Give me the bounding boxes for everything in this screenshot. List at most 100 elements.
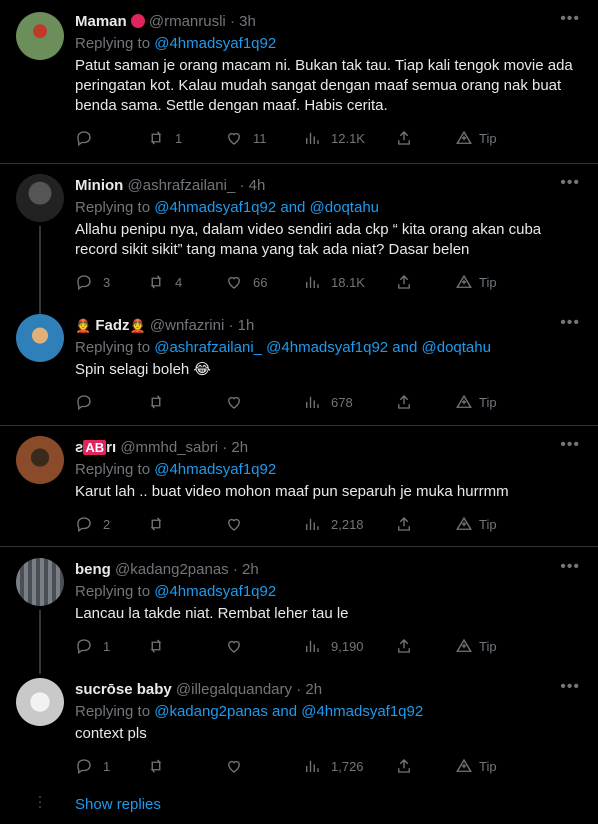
share-icon bbox=[398, 395, 410, 409]
retweet-button[interactable]: 4 bbox=[147, 272, 182, 292]
tip-button[interactable]: Tip bbox=[455, 756, 497, 776]
handle[interactable]: @wnfazrini bbox=[150, 317, 224, 334]
share-button[interactable] bbox=[395, 514, 413, 534]
tip-button[interactable]: Tip bbox=[455, 514, 497, 534]
retweet-button[interactable] bbox=[147, 636, 175, 656]
views-icon bbox=[306, 276, 319, 288]
like-button[interactable] bbox=[225, 514, 253, 534]
reply-icon bbox=[77, 639, 91, 655]
tweet[interactable]: ••• ƨ AB rı @mmhd_sabri · 2h Replying to @… bbox=[0, 426, 598, 546]
tip-icon bbox=[456, 394, 472, 408]
like-button[interactable]: 66 bbox=[225, 272, 267, 292]
show-replies-link[interactable]: Show replies bbox=[75, 796, 161, 813]
handle[interactable]: @kadang2panas bbox=[115, 561, 229, 578]
timestamp[interactable]: 3h bbox=[239, 13, 256, 30]
replying-to: Replying to @kadang2panas and @4hmadsyaf… bbox=[75, 703, 424, 720]
retweet-icon bbox=[150, 275, 162, 289]
tweet-text: context pls bbox=[75, 725, 147, 742]
tweet[interactable]: ••• Minion @ashrafzailani_ · 4h Replying… bbox=[0, 164, 598, 316]
tweet[interactable]: ••• 👲 Fadz👲 @wnfazrini · 1h Replying to … bbox=[0, 304, 598, 424]
retweet-icon bbox=[150, 131, 162, 145]
share-button[interactable] bbox=[395, 272, 413, 292]
like-button[interactable]: 11 bbox=[225, 128, 267, 148]
reply-button[interactable] bbox=[75, 128, 103, 148]
tweet[interactable]: ••• Maman @rmanrusli · 3h Replying to @4… bbox=[0, 0, 598, 163]
avatar[interactable] bbox=[16, 314, 64, 362]
avatar[interactable] bbox=[16, 678, 64, 726]
action-bar: 1 1,726 Tip bbox=[75, 756, 586, 776]
retweet-button[interactable] bbox=[147, 392, 175, 412]
timestamp[interactable]: 4h bbox=[249, 177, 266, 194]
display-name[interactable]: sucrōse baby bbox=[75, 681, 172, 698]
views-button[interactable]: 9,190 bbox=[303, 636, 364, 656]
views-button[interactable]: 18.1K bbox=[303, 272, 365, 292]
divider bbox=[0, 546, 598, 547]
timestamp[interactable]: 2h bbox=[231, 439, 248, 456]
like-button[interactable] bbox=[225, 756, 253, 776]
retweet-button[interactable] bbox=[147, 756, 175, 776]
retweet-icon bbox=[150, 395, 162, 409]
replying-to-link[interactable]: @4hmadsyaf1q92 bbox=[154, 35, 276, 52]
tip-button[interactable]: Tip bbox=[455, 272, 497, 292]
replying-to: Replying to @ashrafzailani_ @4hmadsyaf1q… bbox=[75, 339, 491, 356]
replying-to-link[interactable]: @kadang2panas and @4hmadsyaf1q92 bbox=[154, 703, 423, 720]
tweet[interactable]: ••• sucrōse baby @illegalquandary · 2h R… bbox=[0, 668, 598, 788]
share-button[interactable] bbox=[395, 636, 413, 656]
views-icon bbox=[306, 132, 319, 144]
views-button[interactable]: 12.1K bbox=[303, 128, 365, 148]
share-icon bbox=[398, 759, 410, 773]
tip-button[interactable]: Tip bbox=[455, 636, 497, 656]
handle[interactable]: @ashrafzailani_ bbox=[128, 177, 236, 194]
reply-button[interactable] bbox=[75, 392, 103, 412]
views-button[interactable]: 1,726 bbox=[303, 756, 364, 776]
share-button[interactable] bbox=[395, 128, 413, 148]
tip-button[interactable]: Tip bbox=[455, 128, 497, 148]
thread-line bbox=[39, 226, 41, 316]
action-bar: 678 Tip bbox=[75, 392, 586, 412]
display-name[interactable]: ƨ AB rı bbox=[75, 439, 116, 456]
tweet-text: Lancau la takde niat. Rembat leher tau l… bbox=[75, 605, 349, 622]
views-button[interactable]: 2,218 bbox=[303, 514, 364, 534]
display-name[interactable]: Maman bbox=[75, 13, 127, 30]
handle[interactable]: @illegalquandary bbox=[176, 681, 292, 698]
share-button[interactable] bbox=[395, 756, 413, 776]
reply-button[interactable]: 1 bbox=[75, 636, 110, 656]
avatar[interactable] bbox=[16, 436, 64, 484]
timestamp[interactable]: 2h bbox=[305, 681, 322, 698]
red-circle-icon bbox=[130, 14, 145, 28]
views-icon bbox=[306, 760, 319, 772]
share-button[interactable] bbox=[395, 392, 413, 412]
reply-button[interactable]: 2 bbox=[75, 514, 110, 534]
timestamp[interactable]: 2h bbox=[242, 561, 259, 578]
heart-icon bbox=[228, 396, 240, 409]
like-button[interactable] bbox=[225, 636, 253, 656]
avatar[interactable] bbox=[16, 558, 64, 606]
replying-to: Replying to @4hmadsyaf1q92 bbox=[75, 461, 277, 478]
replying-to: Replying to @4hmadsyaf1q92 and @doqtahu bbox=[75, 199, 379, 216]
heart-icon bbox=[228, 640, 240, 653]
display-name[interactable]: Fadz bbox=[95, 317, 129, 334]
avatar[interactable] bbox=[16, 12, 64, 60]
share-icon bbox=[398, 275, 410, 289]
timestamp[interactable]: 1h bbox=[238, 317, 255, 334]
avatar[interactable] bbox=[16, 174, 64, 222]
replying-to-link[interactable]: @4hmadsyaf1q92 and @doqtahu bbox=[154, 199, 379, 216]
tip-button[interactable]: Tip bbox=[455, 392, 497, 412]
views-button[interactable]: 678 bbox=[303, 392, 353, 412]
reply-icon bbox=[77, 395, 91, 411]
display-name[interactable]: beng bbox=[75, 561, 111, 578]
retweet-button[interactable]: 1 bbox=[147, 128, 182, 148]
like-button[interactable] bbox=[225, 392, 253, 412]
handle[interactable]: @mmhd_sabri bbox=[120, 439, 218, 456]
action-bar: 1 11 12.1K Tip bbox=[75, 128, 586, 148]
replying-to-link[interactable]: @4hmadsyaf1q92 bbox=[154, 461, 276, 478]
display-name[interactable]: Minion bbox=[75, 177, 123, 194]
retweet-icon bbox=[150, 639, 162, 653]
reply-button[interactable]: 1 bbox=[75, 756, 110, 776]
replying-to-link[interactable]: @4hmadsyaf1q92 bbox=[154, 583, 276, 600]
handle[interactable]: @rmanrusli bbox=[149, 13, 226, 30]
reply-button[interactable]: 3 bbox=[75, 272, 110, 292]
retweet-button[interactable] bbox=[147, 514, 175, 534]
tweet[interactable]: ••• beng @kadang2panas · 2h Replying to … bbox=[0, 548, 598, 674]
replying-to-link[interactable]: @ashrafzailani_ @4hmadsyaf1q92 and @doqt… bbox=[154, 339, 491, 356]
